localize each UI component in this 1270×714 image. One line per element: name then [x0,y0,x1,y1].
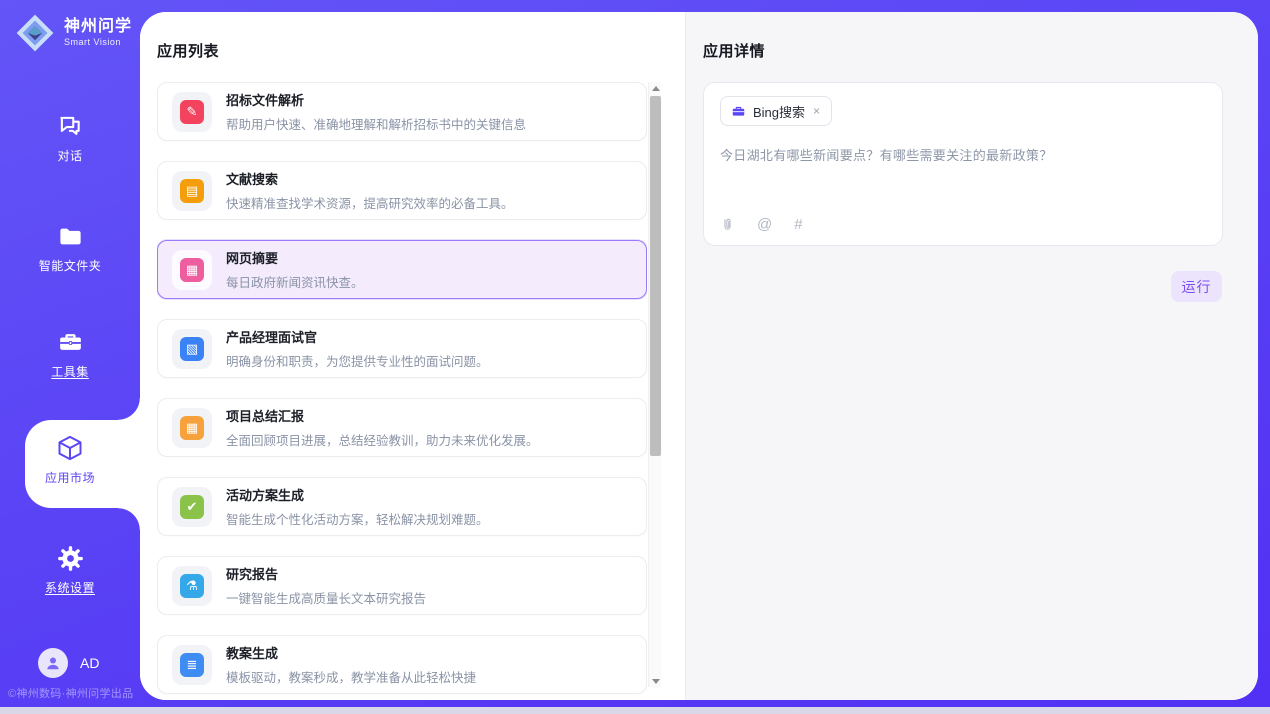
app-desc: 明确身份和职责，为您提供专业性的面试问题。 [226,351,489,370]
app-card-web-summary[interactable]: ▦ 网页摘要 每日政府新闻资讯快查。 [157,240,647,299]
app-desc: 帮助用户快速、准确地理解和解析招标书中的关键信息 [226,114,526,133]
blob-curve-top [118,398,140,420]
scroll-down-arrow[interactable] [649,675,662,687]
user-account[interactable]: AD [38,648,99,678]
app-name: 教案生成 [226,643,476,662]
sidebar-item-app-market[interactable]: 应用市场 [0,434,140,486]
brand-subtitle: Smart Vision [64,38,132,47]
sidebar: 神州问学 Smart Vision 对话 智能文件夹 [0,0,140,714]
run-button[interactable]: 运行 [1171,271,1222,302]
query-input[interactable]: 今日湖北有哪些新闻要点？有哪些需要关注的最新政策？ [720,145,1200,225]
icon-glyph: ▦ [186,263,198,276]
gear-icon [56,544,84,572]
icon-glyph: ▦ [186,421,198,434]
icon-glyph: ▤ [186,184,198,197]
app-detail-panel: 应用详情 Bing搜索 × 今日湖北有哪些新闻要点？有哪些需要关注的最新政策？ [685,12,1258,700]
app-desc: 模板驱动，教案秒成，教学准备从此轻松快捷 [226,667,476,686]
interview-document-icon: ▧ [172,329,212,369]
app-name: 产品经理面试官 [226,327,489,346]
sidebar-item-settings[interactable]: 系统设置 [0,544,140,596]
microscope-icon: ⚗ [172,566,212,606]
user-initials: AD [80,655,99,671]
input-toolbar: @ # [720,216,803,233]
hashtag-icon[interactable]: # [794,216,802,233]
blob-curve-bottom [118,508,140,530]
sidebar-item-label: 应用市场 [45,469,95,486]
icon-glyph: ✎ [187,105,198,118]
app-list-panel: 应用列表 ✎ 招标文件解析 帮助用户快速、准确地理解和解析招标书中的关键信息 ▤ [140,12,685,700]
app-card-project-summary[interactable]: ▦ 项目总结汇报 全面回顾项目进展，总结经验教训，助力未来优化发展。 [157,398,647,457]
app-name: 研究报告 [226,564,426,583]
app-card-literature-search[interactable]: ▤ 文献搜索 快速精准查找学术资源，提高研究效率的必备工具。 [157,161,647,220]
icon-glyph: ✔ [187,500,198,513]
brand-logo: 神州问学 Smart Vision [14,12,132,54]
tool-chip-label: Bing搜索 [753,102,805,121]
app-list-title: 应用列表 [157,40,219,61]
app-name: 活动方案生成 [226,485,489,504]
chat-icon [56,112,84,140]
app-list-scrollbar[interactable] [648,82,661,687]
edit-document-icon: ✎ [172,92,212,132]
clipboard-check-icon: ✔ [172,487,212,527]
app-name: 文献搜索 [226,169,514,188]
sidebar-item-label: 工具集 [51,363,89,380]
attachment-icon[interactable] [720,216,735,233]
app-window: 神州问学 Smart Vision 对话 智能文件夹 [0,0,1270,714]
avatar [38,648,68,678]
sidebar-item-label: 系统设置 [45,579,95,596]
app-desc: 一键智能生成高质量长文本研究报告 [226,588,426,607]
sidebar-item-toolkit[interactable]: 工具集 [0,328,140,380]
tool-chip-bing-search[interactable]: Bing搜索 × [720,96,832,126]
app-name: 招标文件解析 [226,90,526,109]
chip-close-icon[interactable]: × [812,104,821,118]
sidebar-item-chat[interactable]: 对话 [0,112,140,164]
scroll-up-arrow[interactable] [649,82,662,94]
book-icon: ▤ [172,171,212,211]
main-panel: 应用列表 ✎ 招标文件解析 帮助用户快速、准确地理解和解析招标书中的关键信息 ▤ [140,12,1258,700]
app-desc: 全面回顾项目进展，总结经验教训，助力未来优化发展。 [226,430,539,449]
app-card-pm-interviewer[interactable]: ▧ 产品经理面试官 明确身份和职责，为您提供专业性的面试问题。 [157,319,647,378]
books-icon: ≣ [172,645,212,685]
mention-icon[interactable]: @ [757,216,772,233]
cube-icon [56,434,84,462]
brand-name: 神州问学 [64,19,132,36]
app-name: 项目总结汇报 [226,406,539,425]
folder-icon [56,222,84,250]
sidebar-item-smart-folder[interactable]: 智能文件夹 [0,222,140,274]
brand-text: 神州问学 Smart Vision [64,19,132,47]
browser-window-icon: ▦ [172,250,212,290]
notepad-icon: ▦ [172,408,212,448]
scrollbar-thumb[interactable] [650,96,661,456]
app-card-bid-analysis[interactable]: ✎ 招标文件解析 帮助用户快速、准确地理解和解析招标书中的关键信息 [157,82,647,141]
app-card-research-report[interactable]: ⚗ 研究报告 一键智能生成高质量长文本研究报告 [157,556,647,615]
icon-glyph: ▧ [186,342,198,355]
app-detail-title: 应用详情 [703,40,765,61]
sidebar-item-label: 对话 [57,147,82,164]
app-card-list: ✎ 招标文件解析 帮助用户快速、准确地理解和解析招标书中的关键信息 ▤ 文献搜索… [157,82,647,700]
icon-glyph: ⚗ [186,579,198,592]
icon-glyph: ≣ [187,658,198,671]
copyright-text: ©神州数码·神州问学出品 [8,685,142,701]
briefcase-icon [731,104,746,119]
app-desc: 每日政府新闻资讯快查。 [226,272,364,291]
app-desc: 快速精准查找学术资源，提高研究效率的必备工具。 [226,193,514,212]
bottom-edge-strip [0,707,1270,714]
briefcase-icon [56,328,84,356]
app-desc: 智能生成个性化活动方案，轻松解决规划难题。 [226,509,489,528]
diamond-logo-icon [14,12,56,54]
app-name: 网页摘要 [226,248,364,267]
sidebar-item-label: 智能文件夹 [39,257,102,274]
app-card-lesson-plan[interactable]: ≣ 教案生成 模板驱动，教案秒成，教学准备从此轻松快捷 [157,635,647,694]
prompt-card: Bing搜索 × 今日湖北有哪些新闻要点？有哪些需要关注的最新政策？ @ # [703,82,1223,246]
app-card-event-plan[interactable]: ✔ 活动方案生成 智能生成个性化活动方案，轻松解决规划难题。 [157,477,647,536]
